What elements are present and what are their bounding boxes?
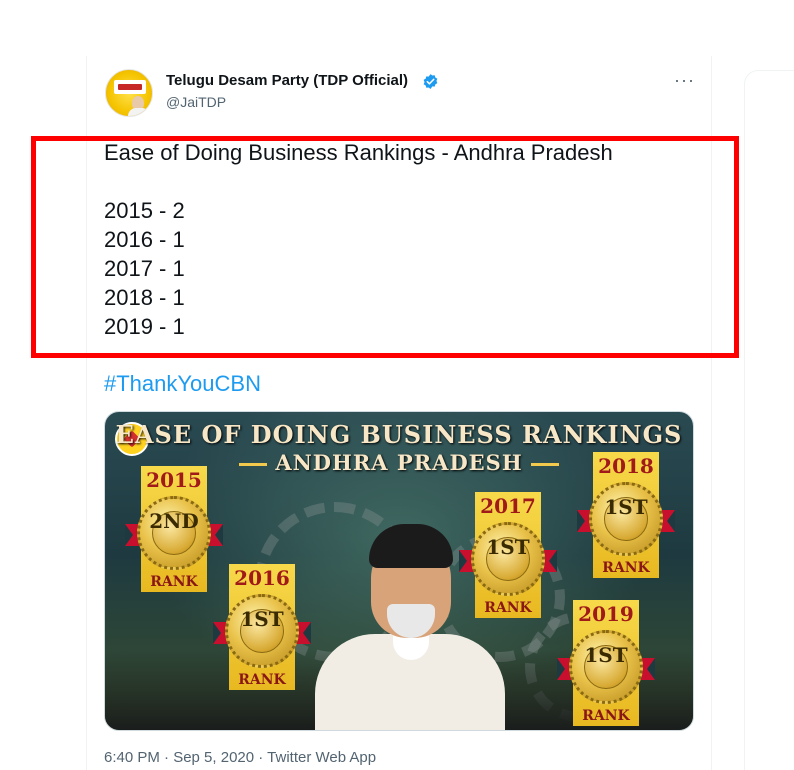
badge-rank-label: RANK [582, 708, 630, 724]
badge-year: 2017 [480, 494, 536, 518]
medal-icon: 2ND [137, 496, 211, 570]
medal-icon: 1ST [471, 522, 545, 596]
badge-position: 2ND [149, 509, 199, 533]
more-options-icon[interactable]: ··· [674, 70, 695, 91]
portrait-hair [369, 524, 453, 568]
media-title: EASE OF DOING BUSINESS RANKINGS [115, 420, 683, 449]
rank-badge-2016: 2016 1ST RANK [213, 564, 311, 690]
profile-avatar[interactable] [105, 69, 153, 117]
badge-rank-label: RANK [150, 574, 198, 590]
verified-badge-icon [423, 74, 438, 89]
badge-position: 1ST [240, 607, 284, 631]
rank-badge-2019: 2019 1ST RANK [557, 600, 655, 726]
tweet-timestamp[interactable]: 6:40 PM · Sep 5, 2020 · Twitter Web App [104, 749, 376, 766]
rank-badge-2017: 2017 1ST RANK [459, 492, 557, 618]
medal-icon: 1ST [589, 482, 663, 556]
badge-position: 1ST [604, 495, 648, 519]
media-subtitle-text: ANDHRA PRADESH [275, 450, 523, 475]
badge-position: 1ST [584, 643, 628, 667]
badge-position: 1ST [486, 535, 530, 559]
medal-icon: 1ST [569, 630, 643, 704]
display-name[interactable]: Telugu Desam Party (TDP Official) [166, 72, 408, 89]
badge-rank-label: RANK [602, 560, 650, 576]
badge-rank-label: RANK [484, 600, 532, 616]
user-handle[interactable]: @JaiTDP [166, 94, 226, 110]
side-panel-edge [744, 70, 794, 770]
rank-badge-2015: 2015 2ND RANK [125, 466, 223, 592]
badge-year: 2015 [146, 468, 202, 492]
avatar-logo-band [114, 80, 146, 94]
rank-badge-2018: 2018 1ST RANK [577, 452, 675, 578]
badge-year: 2016 [234, 566, 290, 590]
red-highlight-box [31, 136, 739, 358]
badge-rank-label: RANK [238, 672, 286, 688]
hashtag-link[interactable]: #ThankYouCBN [104, 371, 261, 397]
badge-year: 2019 [578, 602, 634, 626]
badge-year: 2018 [598, 454, 654, 478]
avatar-body [128, 108, 150, 116]
medal-icon: 1ST [225, 594, 299, 668]
tweet-media-image[interactable]: EASE OF DOING BUSINESS RANKINGS ANDHRA P… [104, 411, 694, 731]
